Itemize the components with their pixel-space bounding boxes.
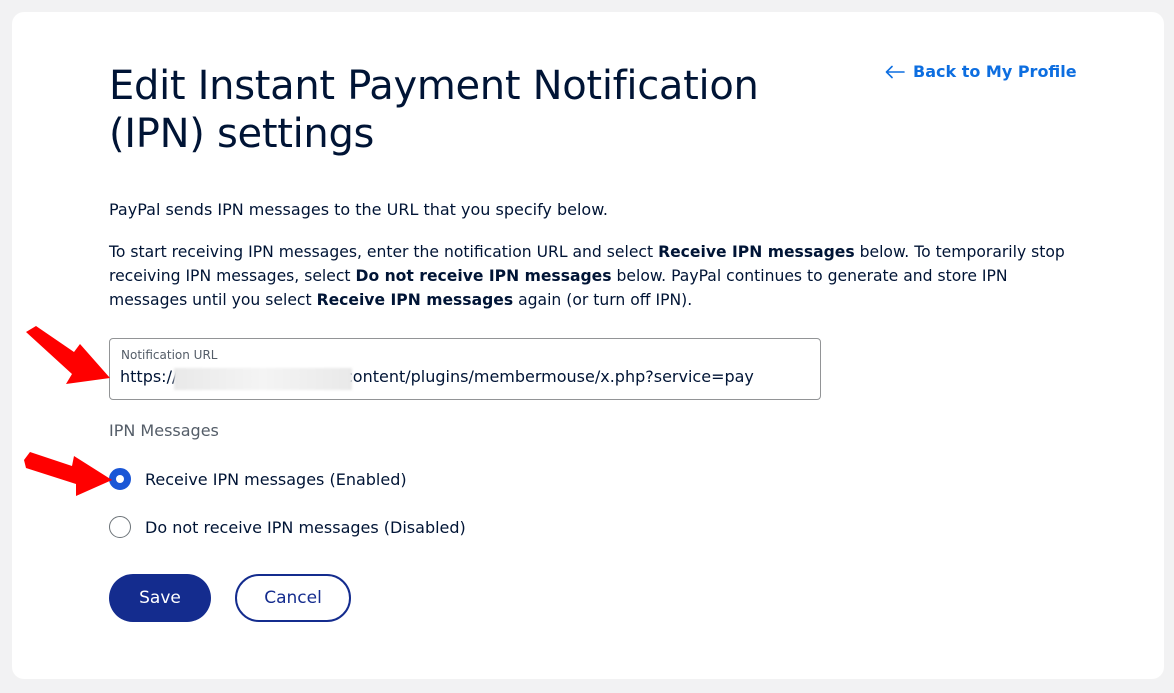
radio-do-not-receive-ipn[interactable]: Do not receive IPN messages (Disabled) [109,516,466,538]
intro-text: PayPal sends IPN messages to the URL tha… [109,200,608,219]
annotation-arrow-url-icon [26,326,110,384]
radio-do-not-receive-label: Do not receive IPN messages (Disabled) [145,517,466,537]
back-to-profile-link[interactable]: Back to My Profile [885,62,1077,81]
radio-receive-ipn[interactable]: Receive IPN messages (Enabled) [109,468,407,490]
ipn-settings-card: Edit Instant Payment Notification (IPN) … [12,12,1164,679]
page-title: Edit Instant Payment Notification (IPN) … [109,63,759,157]
cancel-button[interactable]: Cancel [235,574,351,622]
annotation-arrow-radio-icon [24,452,112,496]
notification-url-label: Notification URL [121,348,218,362]
redacted-domain [174,368,352,390]
radio-receive-label: Receive IPN messages (Enabled) [145,469,407,489]
arrow-left-icon [885,65,905,78]
instructions-text: To start receiving IPN messages, enter t… [109,243,1065,309]
save-button[interactable]: Save [109,574,211,622]
notification-url-field[interactable]: Notification URL [109,338,821,400]
back-link-label: Back to My Profile [913,62,1077,81]
radio-unselected-icon[interactable] [109,516,131,538]
ipn-messages-label: IPN Messages [109,421,219,440]
